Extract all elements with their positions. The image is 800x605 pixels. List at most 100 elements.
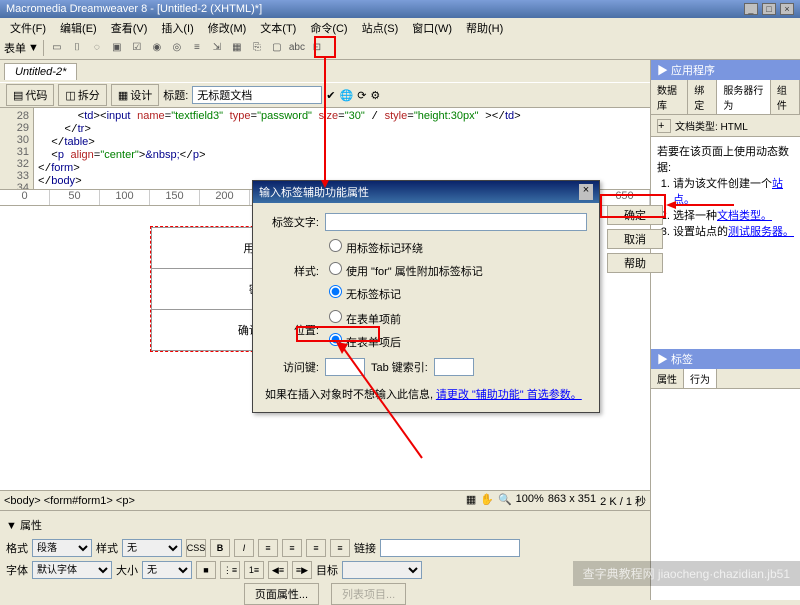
style-label-dlg: 样式: — [265, 263, 319, 279]
split-view-button[interactable]: ◫ 拆分 — [58, 84, 106, 106]
file-field-icon[interactable]: ⎘ — [248, 39, 266, 57]
italic-button[interactable]: I — [234, 539, 254, 557]
dialog-note: 如果在插入对象时不想输入此信息, — [265, 389, 433, 401]
checkbox-icon[interactable]: ☑ — [128, 39, 146, 57]
accesskey-input[interactable] — [325, 358, 365, 376]
code-text[interactable]: <td><input name="textfield3" type="passw… — [34, 108, 650, 189]
tag-panel-header[interactable]: ▶ 标签 — [651, 349, 800, 369]
form-icon[interactable]: ▭ — [48, 39, 66, 57]
minimize-button[interactable]: _ — [744, 3, 758, 15]
menu-text[interactable]: 文本(T) — [254, 20, 302, 34]
plus-icon[interactable]: + — [657, 119, 671, 133]
position-after[interactable]: 在表单项后 — [325, 333, 401, 350]
close-button[interactable]: × — [780, 3, 794, 15]
jump-icon[interactable]: ⇲ — [208, 39, 226, 57]
target-label: 目标 — [316, 562, 338, 578]
image-field-icon[interactable]: ▦ — [228, 39, 246, 57]
tab-components[interactable]: 组件 — [771, 80, 800, 114]
zoom-level[interactable]: 100% — [516, 493, 544, 509]
menu-insert[interactable]: 插入(I) — [155, 20, 199, 34]
fieldset-icon[interactable]: ⊡ — [308, 39, 326, 57]
tab-database[interactable]: 数据库 — [651, 80, 688, 114]
position-before[interactable]: 在表单项前 — [325, 310, 401, 327]
list-ol-icon[interactable]: 1≡ — [244, 561, 264, 579]
browser-icon[interactable]: 🌐 — [340, 89, 354, 102]
size-select[interactable]: 无 — [142, 561, 192, 579]
radiogroup-icon[interactable]: ◎ — [168, 39, 186, 57]
dialog-titlebar[interactable]: 输入标签辅助功能属性 × — [253, 181, 599, 203]
textfield-icon[interactable]: ⌷ — [68, 39, 86, 57]
font-label: 字体 — [6, 562, 28, 578]
menu-file[interactable]: 文件(F) — [4, 20, 52, 34]
list-ul-icon[interactable]: ⋮≡ — [220, 561, 240, 579]
code-view-button[interactable]: ▤ 代码 — [6, 84, 54, 106]
main-menubar: 文件(F) 编辑(E) 查看(V) 插入(I) 修改(M) 文本(T) 命令(C… — [0, 18, 800, 36]
tab-behaviors[interactable]: 行为 — [684, 369, 717, 388]
line-gutter: 28293031323334 — [0, 108, 34, 189]
align-justify-icon[interactable]: ≡ — [330, 539, 350, 557]
page-properties-button[interactable]: 页面属性... — [244, 583, 319, 605]
prefs-link[interactable]: 请更改 "辅助功能" 首选参数。 — [436, 389, 582, 401]
chevron-down-icon[interactable]: ▼ — [28, 42, 39, 54]
text-color-icon[interactable]: ■ — [196, 561, 216, 579]
app-title: Macromedia Dreamweaver 8 - [Untitled-2 (… — [6, 3, 262, 15]
indent-icon[interactable]: ≡▶ — [292, 561, 312, 579]
style-opt-for[interactable]: 使用 "for" 属性附加标签标记 — [325, 262, 483, 279]
tab-bindings[interactable]: 绑定 — [688, 80, 717, 114]
doctype-link[interactable]: 文档类型。 — [717, 210, 772, 222]
document-tab[interactable]: Untitled-2* — [4, 63, 77, 80]
refresh-icon[interactable]: ⟳ — [357, 89, 366, 102]
label-icon[interactable]: abc — [288, 39, 306, 57]
options-icon[interactable]: ⚙ — [370, 89, 380, 102]
style-label: 样式 — [96, 540, 118, 556]
font-select[interactable]: 默认字体 — [32, 561, 112, 579]
dialog-close-icon[interactable]: × — [579, 184, 593, 200]
outdent-icon[interactable]: ◀≡ — [268, 561, 288, 579]
properties-header[interactable]: ▼ 属性 — [6, 515, 644, 535]
maximize-button[interactable]: □ — [762, 3, 776, 15]
menu-edit[interactable]: 编辑(E) — [54, 20, 103, 34]
align-left-icon[interactable]: ≡ — [258, 539, 278, 557]
menu-commands[interactable]: 命令(C) — [304, 20, 353, 34]
hand-tool-icon[interactable]: ✋ — [480, 493, 494, 509]
button-icon[interactable]: ▢ — [268, 39, 286, 57]
cancel-button[interactable]: 取消 — [607, 229, 663, 249]
select-tool-icon[interactable]: ▦ — [466, 493, 476, 509]
tag-selector[interactable]: <body> <form#form1> <p> — [0, 495, 466, 507]
testserver-link[interactable]: 测试服务器。 — [728, 226, 794, 238]
menu-window[interactable]: 窗口(W) — [406, 20, 458, 34]
textarea-icon[interactable]: ▣ — [108, 39, 126, 57]
tabindex-input[interactable] — [434, 358, 474, 376]
tab-attributes[interactable]: 属性 — [651, 369, 684, 388]
menu-view[interactable]: 查看(V) — [105, 20, 154, 34]
ok-button[interactable]: 确定 — [607, 205, 663, 225]
format-select[interactable]: 段落 — [32, 539, 92, 557]
application-panel-header[interactable]: ▶ 应用程序 — [651, 60, 800, 80]
design-view-button[interactable]: ▦ 设计 — [111, 84, 159, 106]
link-input[interactable] — [380, 539, 520, 557]
validate-icon[interactable]: ✔ — [326, 89, 335, 102]
target-select[interactable] — [342, 561, 422, 579]
style-opt-wrap[interactable]: 用标签标记环绕 — [325, 239, 483, 256]
list-icon[interactable]: ≡ — [188, 39, 206, 57]
menu-site[interactable]: 站点(S) — [356, 20, 405, 34]
window-size[interactable]: 863 x 351 — [548, 493, 596, 509]
radio-icon[interactable]: ◉ — [148, 39, 166, 57]
menu-help[interactable]: 帮助(H) — [460, 20, 509, 34]
list-item-button[interactable]: 列表项目... — [331, 583, 406, 605]
hidden-icon[interactable]: ◌ — [88, 39, 106, 57]
align-center-icon[interactable]: ≡ — [282, 539, 302, 557]
tab-server-behaviors[interactable]: 服务器行为 — [717, 80, 770, 114]
zoom-tool-icon[interactable]: 🔍 — [498, 493, 512, 509]
code-view[interactable]: 28293031323334 <td><input name="textfiel… — [0, 108, 650, 190]
menu-modify[interactable]: 修改(M) — [202, 20, 253, 34]
style-opt-none[interactable]: 无标签标记 — [325, 285, 483, 302]
insertbar-category[interactable]: 表单 — [4, 40, 26, 56]
style-select[interactable]: 无 — [122, 539, 182, 557]
help-button[interactable]: 帮助 — [607, 253, 663, 273]
css-button[interactable]: CSS — [186, 539, 206, 557]
align-right-icon[interactable]: ≡ — [306, 539, 326, 557]
labeltext-input[interactable] — [325, 213, 587, 231]
title-input[interactable] — [192, 86, 322, 104]
bold-button[interactable]: B — [210, 539, 230, 557]
